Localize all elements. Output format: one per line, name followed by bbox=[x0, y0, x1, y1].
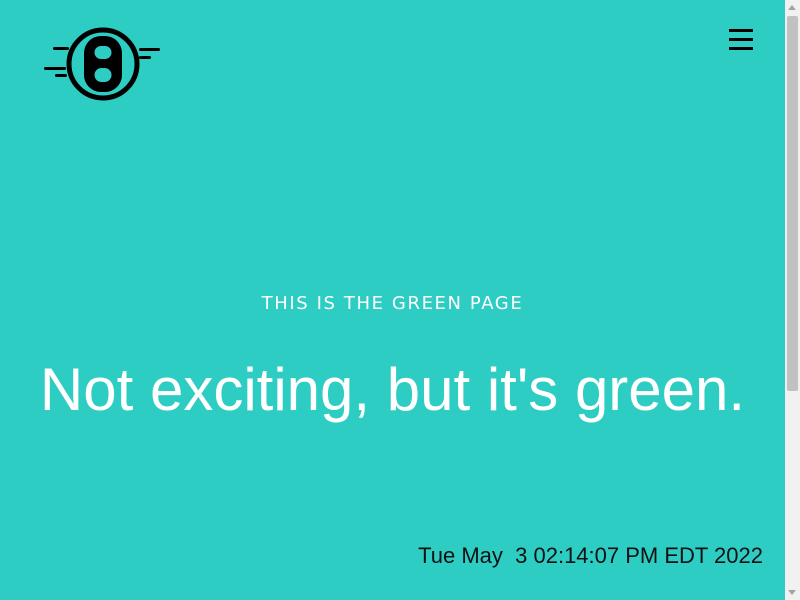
timestamp: Tue May 3 02:14:07 PM EDT 2022 bbox=[418, 543, 763, 568]
scrollbar-thumb[interactable] bbox=[787, 16, 798, 391]
hamburger-menu-icon[interactable] bbox=[726, 28, 756, 54]
page: THIS IS THE GREEN PAGE Not exciting, but… bbox=[0, 0, 785, 600]
page-eyebrow: THIS IS THE GREEN PAGE bbox=[261, 293, 524, 314]
vertical-scrollbar[interactable] bbox=[785, 0, 800, 600]
scroll-up-icon[interactable] bbox=[788, 5, 796, 10]
page-headline: Not exciting, but it's green. bbox=[39, 356, 746, 423]
scroll-down-icon[interactable] bbox=[788, 590, 796, 595]
logo-icon[interactable] bbox=[44, 26, 162, 104]
